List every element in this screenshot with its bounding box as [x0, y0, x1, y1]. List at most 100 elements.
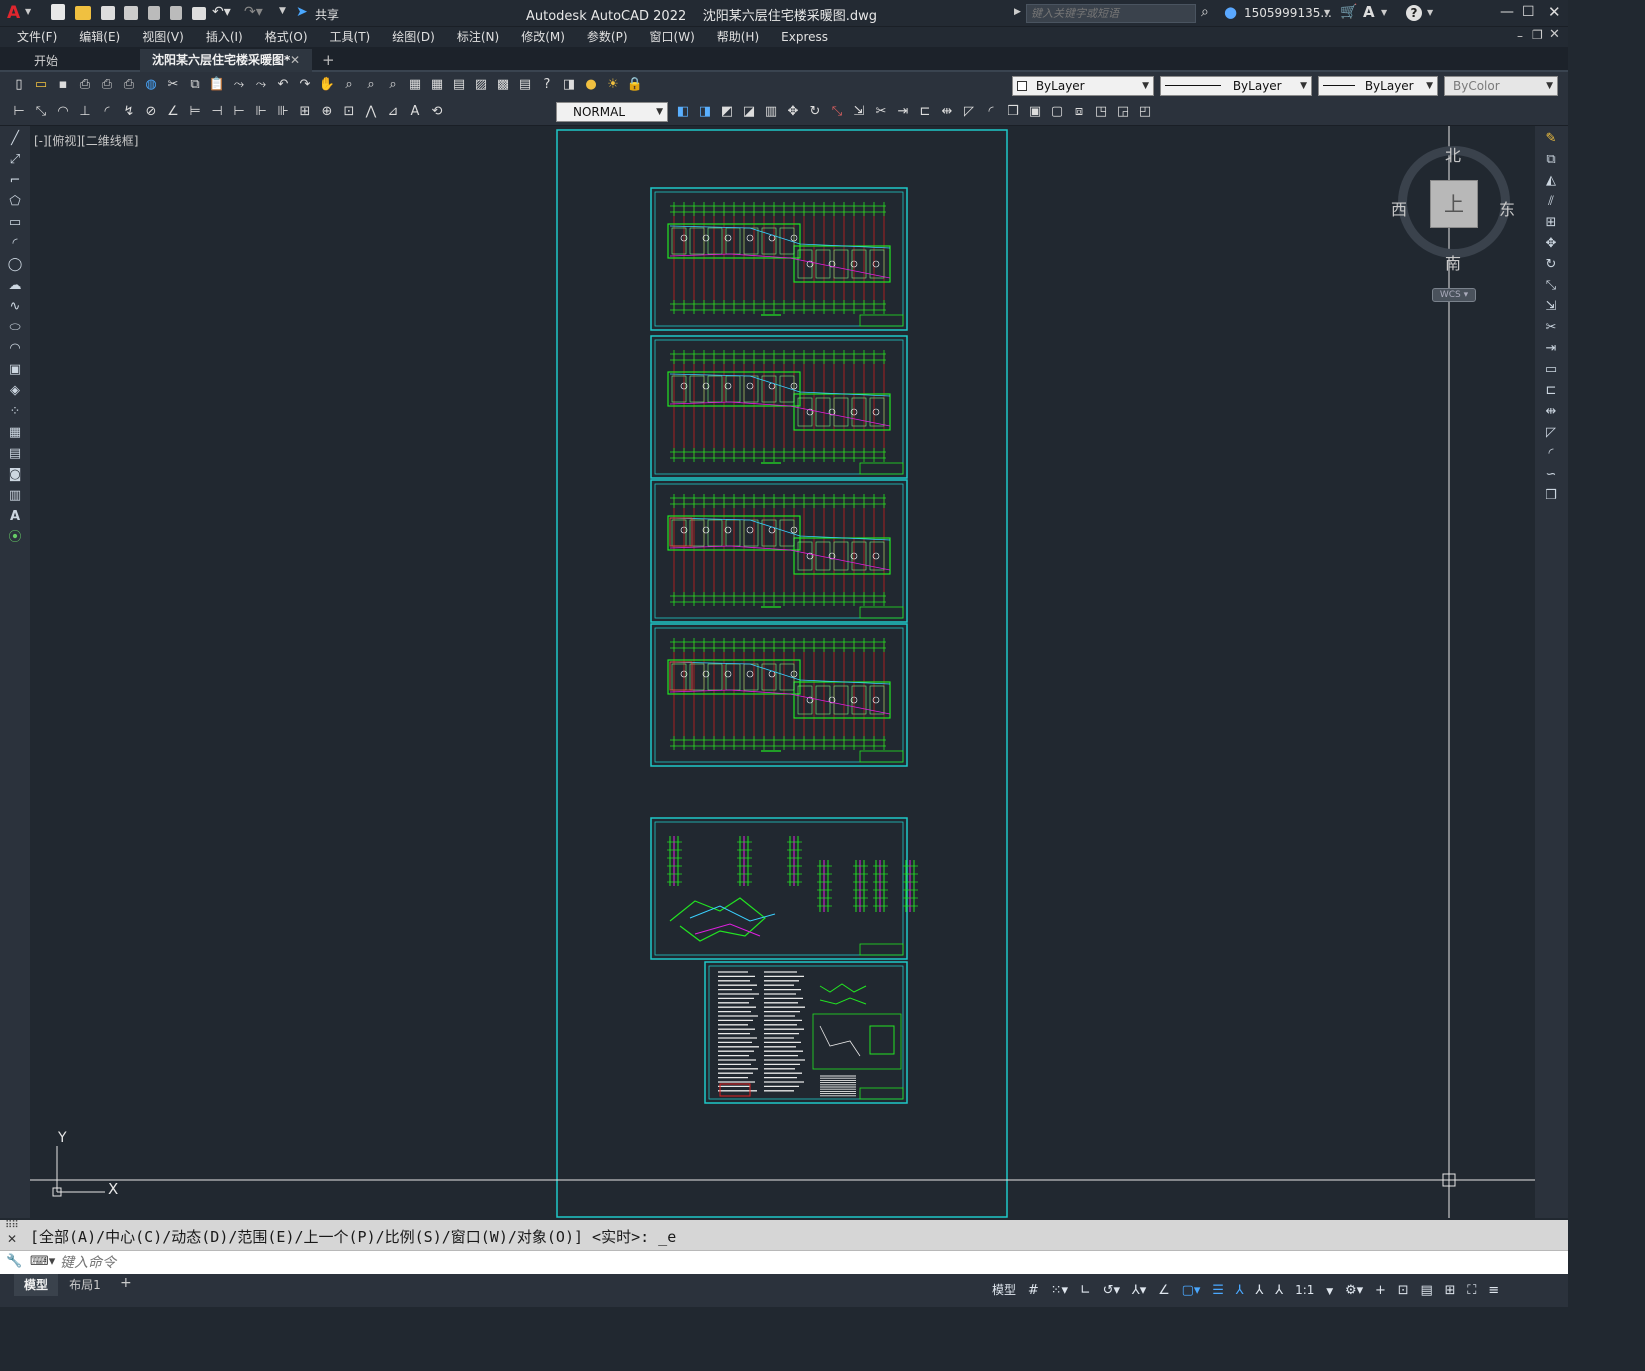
search-input[interactable] — [1026, 4, 1196, 23]
dim-text-edit-icon[interactable]: A — [406, 103, 424, 121]
multiline-text-icon[interactable]: A — [5, 509, 25, 525]
wcs-menu-button[interactable]: WCS ▾ — [1432, 288, 1476, 302]
move-alt-icon[interactable]: ✥ — [784, 103, 802, 121]
dim-aligned-icon[interactable]: ⤡ — [32, 103, 50, 121]
app-menu-chevron-icon[interactable]: ▼ — [25, 7, 31, 16]
rectangle-icon[interactable]: ▭ — [5, 215, 25, 231]
hatch-icon[interactable]: ▦ — [5, 425, 25, 441]
sheet-set-icon[interactable]: ▨ — [472, 76, 490, 94]
customize-qat-icon[interactable]: ▼ — [279, 6, 286, 16]
3d-print-icon[interactable]: ◍ — [142, 76, 160, 94]
annotation-scale-value[interactable]: 1:1 — [1295, 1274, 1314, 1307]
undo-icon[interactable]: ↶ — [274, 76, 292, 94]
layer-properties-icon[interactable]: ◨ — [560, 76, 578, 94]
object-snap-icon[interactable]: ▢▾ — [1182, 1274, 1201, 1307]
polar-tracking-icon[interactable]: ↺▾ — [1103, 1274, 1120, 1307]
command-grip-icon[interactable]: ⠿⠿ — [5, 1220, 19, 1231]
close-icon[interactable]: ✕ — [1548, 3, 1561, 21]
viewcube-south[interactable]: 南 — [1445, 250, 1461, 274]
region-icon[interactable]: ◙ — [5, 467, 25, 483]
design-center-icon[interactable]: ▦ — [428, 76, 446, 94]
plotstyle-dropdown[interactable]: ByColor ▼ — [1444, 76, 1558, 96]
paste-icon[interactable]: 📋 — [208, 76, 226, 94]
dim-update-icon[interactable]: ⟲ — [428, 103, 446, 121]
quickcalc-icon[interactable]: ▤ — [516, 76, 534, 94]
isolate-icon[interactable]: ◰ — [1136, 103, 1154, 121]
line-icon[interactable]: ╱ — [5, 131, 25, 147]
move-icon[interactable]: ✥ — [1541, 236, 1561, 252]
menu-item-10[interactable]: 窗口(W) — [639, 27, 706, 47]
menu-item-1[interactable]: 编辑(E) — [68, 27, 131, 47]
rotate-icon[interactable]: ↻ — [1541, 257, 1561, 273]
viewcube-north[interactable]: 北 — [1445, 142, 1461, 166]
autocad-logo-icon[interactable]: A — [7, 3, 20, 23]
array-icon[interactable]: ⊞ — [1541, 215, 1561, 231]
group-icon[interactable]: ▣ — [1026, 103, 1044, 121]
color-dropdown[interactable]: ByLayer ▼ — [1012, 76, 1154, 96]
auto-scale-icon[interactable]: ⅄ — [1256, 1274, 1264, 1307]
command-close-icon[interactable]: ✕ — [7, 1232, 17, 1246]
publish-icon[interactable]: ⎙ — [120, 76, 138, 94]
viewcube-face-top[interactable]: 上 — [1430, 180, 1478, 228]
ortho-icon[interactable]: ∟ — [1080, 1274, 1091, 1307]
polyline-icon[interactable]: ⌐ — [5, 173, 25, 189]
copy-icon[interactable]: ⧉ — [1541, 152, 1561, 168]
rotate-alt-icon[interactable]: ↻ — [806, 103, 824, 121]
open-icon[interactable]: ▭ — [32, 76, 50, 94]
open-file-icon[interactable] — [74, 6, 91, 20]
construction-line-icon[interactable]: ⤢ — [5, 152, 25, 168]
send-back-icon[interactable]: ◲ — [1114, 103, 1132, 121]
ellipse-arc-icon[interactable]: ◠ — [5, 341, 25, 357]
save-web-icon[interactable] — [148, 6, 161, 20]
explode-alt-icon[interactable]: ❒ — [1004, 103, 1022, 121]
fillet-icon[interactable]: ◜ — [1541, 446, 1561, 462]
extend-alt-icon[interactable]: ⇥ — [894, 103, 912, 121]
dim-linear-icon[interactable]: ⊢ — [10, 103, 28, 121]
help-chevron-icon[interactable]: ▼ — [1427, 8, 1433, 17]
menu-item-5[interactable]: 工具(T) — [319, 27, 382, 47]
save-icon[interactable] — [100, 6, 115, 20]
gradient-icon[interactable]: ▤ — [5, 446, 25, 462]
dim-continue-icon[interactable]: ⊢ — [230, 103, 248, 121]
clean-screen-icon[interactable]: ⛶ — [1467, 1274, 1476, 1307]
help-icon[interactable]: ? — [538, 76, 556, 94]
snap-mode-icon[interactable]: ⁙▾ — [1051, 1274, 1068, 1307]
drawing-canvas[interactable]: [-][俯视][二维线框] Y X 上 北 南 东 西 WCS ▾ — [30, 126, 1535, 1218]
dim-baseline-icon[interactable]: ⊣ — [208, 103, 226, 121]
grid-icon[interactable]: # — [1028, 1274, 1039, 1307]
viewcube-west[interactable]: 西 — [1391, 196, 1407, 220]
offset-icon[interactable]: ⫽ — [1541, 194, 1561, 210]
break-alt-icon[interactable]: ⊏ — [916, 103, 934, 121]
chamfer-alt-icon[interactable]: ◸ — [960, 103, 978, 121]
tool-palettes-icon[interactable]: ▤ — [450, 76, 468, 94]
export-icon[interactable] — [170, 6, 183, 20]
user-chevron-icon[interactable]: ▼ — [1324, 8, 1330, 17]
tab-model[interactable]: 模型 — [14, 1274, 58, 1296]
polygon-icon[interactable]: ⬠ — [5, 194, 25, 210]
menu-item-0[interactable]: 文件(F) — [6, 27, 68, 47]
menu-item-4[interactable]: 格式(O) — [254, 27, 319, 47]
recent-commands-icon[interactable]: ⌨▾ — [30, 1254, 55, 1269]
save-icon[interactable]: ▪ — [54, 76, 72, 94]
quick-properties-icon[interactable]: ▤ — [1420, 1274, 1432, 1307]
plot-icon[interactable] — [191, 7, 206, 20]
maximize-icon[interactable]: ☐ — [1522, 4, 1535, 20]
scale-icon[interactable]: ⤡ — [1541, 278, 1561, 294]
tab-drawing[interactable]: 沈阳某六层住宅楼采暖图* ✕ — [140, 49, 312, 72]
menu-item-7[interactable]: 标注(N) — [446, 27, 510, 47]
mirror-icon[interactable]: ◭ — [1541, 173, 1561, 189]
break-icon[interactable]: ⊏ — [1541, 383, 1561, 399]
qnew-icon[interactable]: ▯ — [10, 76, 28, 94]
zoom-window-icon[interactable]: ⌕ — [362, 76, 380, 94]
join-icon[interactable]: ⇹ — [1541, 404, 1561, 420]
chamfer-icon[interactable]: ◸ — [1541, 425, 1561, 441]
share-button[interactable]: 共享 — [315, 6, 339, 23]
menu-item-6[interactable]: 绘图(D) — [381, 27, 446, 47]
layer-on-icon[interactable]: ● — [582, 76, 600, 94]
help-icon[interactable]: ? — [1406, 5, 1422, 21]
center-mark-icon[interactable]: ⊕ — [318, 103, 336, 121]
linetype-dropdown[interactable]: ByLayer ▼ — [1160, 76, 1312, 96]
dim-diameter-icon[interactable]: ⊘ — [142, 103, 160, 121]
search-expand-icon[interactable]: ▶ — [1014, 7, 1021, 17]
dimstyle-dropdown[interactable]: NORMAL ▼ — [556, 102, 668, 122]
